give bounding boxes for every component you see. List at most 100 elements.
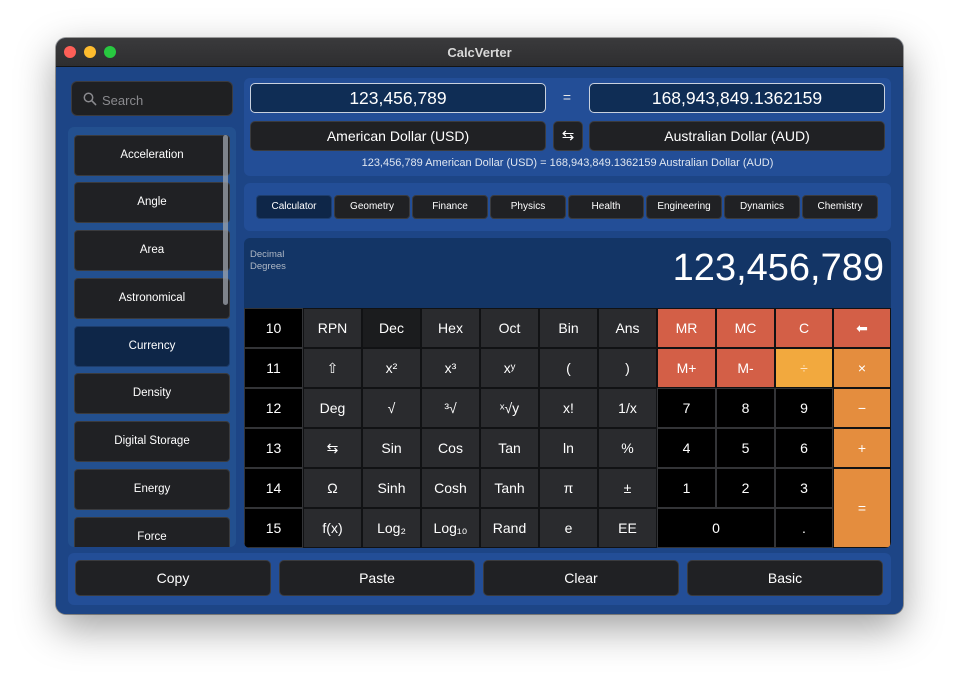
key-0[interactable]: 0 xyxy=(657,508,775,548)
search-input[interactable] xyxy=(100,90,229,110)
key-7[interactable]: 7 xyxy=(657,388,716,428)
key-deg[interactable]: Deg xyxy=(303,388,362,428)
key-10[interactable]: 10 xyxy=(244,308,303,348)
basic-mode-button[interactable]: Basic xyxy=(687,560,883,596)
key-reciprocal[interactable]: 1/x xyxy=(598,388,657,428)
key-negate[interactable]: ± xyxy=(598,468,657,508)
key-cosh[interactable]: Cosh xyxy=(421,468,480,508)
sidebar-item-area[interactable]: Area xyxy=(74,230,230,271)
key-8[interactable]: 8 xyxy=(716,388,775,428)
key-13[interactable]: 13 xyxy=(244,428,303,468)
input-value-field[interactable]: 123,456,789 xyxy=(250,83,546,113)
tab-health[interactable]: Health xyxy=(568,195,644,219)
key-12[interactable]: 12 xyxy=(244,388,303,428)
key-1[interactable]: 1 xyxy=(657,468,716,508)
backspace-key[interactable]: ⬅ xyxy=(833,308,891,348)
key-add[interactable]: + xyxy=(833,428,891,468)
window-title: CalcVerter xyxy=(447,45,512,60)
tab-geometry[interactable]: Geometry xyxy=(334,195,410,219)
key-4[interactable]: 4 xyxy=(657,428,716,468)
key-e[interactable]: e xyxy=(539,508,598,548)
key-function[interactable]: f(x) xyxy=(303,508,362,548)
key-open-paren[interactable]: ( xyxy=(539,348,598,388)
key-3[interactable]: 3 xyxy=(775,468,833,508)
sidebar-item-density[interactable]: Density xyxy=(74,373,230,414)
conversion-summary: 123,456,789 American Dollar (USD) = 168,… xyxy=(361,157,774,169)
key-log2[interactable]: Log₂ xyxy=(362,508,421,548)
key-oct[interactable]: Oct xyxy=(480,308,539,348)
key-multiply[interactable]: × xyxy=(833,348,891,388)
tab-dynamics[interactable]: Dynamics xyxy=(724,195,800,219)
display-mode-label: Decimal Degrees xyxy=(250,249,310,273)
sidebar-item-digital-storage[interactable]: Digital Storage xyxy=(74,421,230,462)
key-6[interactable]: 6 xyxy=(775,428,833,468)
key-log10[interactable]: Log₁₀ xyxy=(421,508,480,548)
key-bin[interactable]: Bin xyxy=(539,308,598,348)
tab-finance[interactable]: Finance xyxy=(412,195,488,219)
search-field[interactable] xyxy=(71,81,233,116)
key-cube-root[interactable]: ³√ xyxy=(421,388,480,428)
paste-button[interactable]: Paste xyxy=(279,560,475,596)
key-percent[interactable]: % xyxy=(598,428,657,468)
sidebar-scrollbar[interactable] xyxy=(223,135,228,305)
sidebar-item-currency[interactable]: Currency xyxy=(74,326,230,367)
key-factorial[interactable]: x! xyxy=(539,388,598,428)
tab-chemistry[interactable]: Chemistry xyxy=(802,195,878,219)
key-square[interactable]: x² xyxy=(362,348,421,388)
key-dec[interactable]: Dec xyxy=(362,308,421,348)
key-tanh[interactable]: Tanh xyxy=(480,468,539,508)
key-ee[interactable]: EE xyxy=(598,508,657,548)
key-sinh[interactable]: Sinh xyxy=(362,468,421,508)
key-11[interactable]: 11 xyxy=(244,348,303,388)
key-tan[interactable]: Tan xyxy=(480,428,539,468)
key-pi[interactable]: π xyxy=(539,468,598,508)
from-unit-select[interactable]: American Dollar (USD) xyxy=(250,121,546,151)
key-power[interactable]: xʸ xyxy=(480,348,539,388)
key-cos[interactable]: Cos xyxy=(421,428,480,468)
key-5[interactable]: 5 xyxy=(716,428,775,468)
equals-sign: = xyxy=(562,89,572,105)
key-close-paren[interactable]: ) xyxy=(598,348,657,388)
tab-calculator[interactable]: Calculator xyxy=(256,195,332,219)
clear-button[interactable]: Clear xyxy=(483,560,679,596)
sidebar-item-acceleration[interactable]: Acceleration xyxy=(74,135,230,176)
copy-button[interactable]: Copy xyxy=(75,560,271,596)
key-ln[interactable]: ln xyxy=(539,428,598,468)
key-ohm[interactable]: Ω xyxy=(303,468,362,508)
key-rpn[interactable]: RPN xyxy=(303,308,362,348)
to-unit-select[interactable]: Australian Dollar (AUD) xyxy=(589,121,885,151)
sidebar-item-energy[interactable]: Energy xyxy=(74,469,230,510)
key-sin[interactable]: Sin xyxy=(362,428,421,468)
sidebar-item-force[interactable]: Force xyxy=(74,517,230,547)
title-bar[interactable]: CalcVerter xyxy=(56,38,903,67)
angle-mode-label: Degrees xyxy=(250,261,286,272)
category-list[interactable]: Acceleration Angle Area Astronomical Cur… xyxy=(68,127,236,547)
key-9[interactable]: 9 xyxy=(775,388,833,428)
output-value-field[interactable]: 168,943,849.1362159 xyxy=(589,83,885,113)
key-ans[interactable]: Ans xyxy=(598,308,657,348)
key-memory-clear[interactable]: MC xyxy=(716,308,775,348)
key-square-root[interactable]: √ xyxy=(362,388,421,428)
key-rand[interactable]: Rand xyxy=(480,508,539,548)
key-clear[interactable]: C xyxy=(775,308,833,348)
key-cube[interactable]: x³ xyxy=(421,348,480,388)
sidebar-item-angle[interactable]: Angle xyxy=(74,182,230,223)
key-14[interactable]: 14 xyxy=(244,468,303,508)
tab-physics[interactable]: Physics xyxy=(490,195,566,219)
key-subtract[interactable]: − xyxy=(833,388,891,428)
key-hex[interactable]: Hex xyxy=(421,308,480,348)
key-equals[interactable]: = xyxy=(833,468,891,548)
swap-units-button[interactable]: ⇆ xyxy=(553,121,583,151)
sidebar-item-astronomical[interactable]: Astronomical xyxy=(74,278,230,319)
key-memory-add[interactable]: M+ xyxy=(657,348,716,388)
key-memory-recall[interactable]: MR xyxy=(657,308,716,348)
shift-key[interactable]: ⇧ xyxy=(303,348,362,388)
key-divide[interactable]: ÷ xyxy=(775,348,833,388)
key-2[interactable]: 2 xyxy=(716,468,775,508)
key-15[interactable]: 15 xyxy=(244,508,303,548)
key-decimal[interactable]: . xyxy=(775,508,833,548)
key-memory-subtract[interactable]: M- xyxy=(716,348,775,388)
swap-key[interactable]: ⇆ xyxy=(303,428,362,468)
key-nth-root[interactable]: ˣ√y xyxy=(480,388,539,428)
tab-engineering[interactable]: Engineering xyxy=(646,195,722,219)
